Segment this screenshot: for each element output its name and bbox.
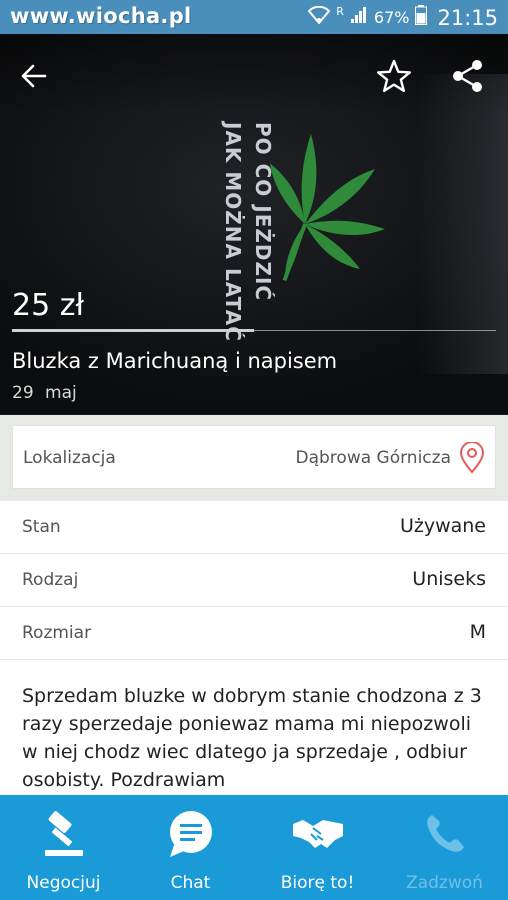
location-value: Dąbrowa Górnicza [295, 448, 452, 468]
negotiate-label: Negocjuj [26, 873, 101, 893]
photo-toolbar [0, 34, 508, 114]
clock: 21:15 [437, 5, 498, 30]
listing-price: 25 zł [12, 288, 84, 323]
chat-label: Chat [170, 873, 211, 893]
location-label: Lokalizacja [23, 448, 116, 468]
chat-button[interactable]: Chat [127, 795, 254, 900]
battery-icon [415, 5, 428, 30]
battery-percent: 67% [373, 8, 410, 27]
attribute-value: Używane [399, 515, 486, 537]
attribute-row-type: Rodzaj Uniseks [0, 554, 508, 607]
star-icon[interactable] [374, 56, 414, 96]
attribute-label: Rozmiar [22, 623, 92, 643]
photo-pager-indicator [12, 329, 254, 332]
share-icon[interactable] [448, 56, 488, 96]
call-button[interactable]: Zadzwoń [381, 795, 508, 900]
chat-bubble-icon [166, 807, 216, 861]
phone-icon [423, 807, 467, 861]
shirt-print-line2: JAK MOŻNA LATAĆ [221, 122, 245, 342]
cannabis-leaf-print [270, 134, 385, 282]
attribute-value: Uniseks [412, 568, 486, 590]
buy-now-label: Biorę to! [280, 873, 355, 893]
status-bar: www.wiocha.pl R 67% 21:15 [0, 0, 508, 34]
gavel-icon [39, 807, 89, 861]
roaming-indicator: R [336, 5, 344, 18]
signal-icon [350, 6, 368, 29]
location-row[interactable]: Lokalizacja Dąbrowa Górnicza [12, 425, 496, 489]
attribute-row-size: Rozmiar M [0, 607, 508, 660]
shirt-fold [418, 74, 508, 374]
attribute-row-condition: Stan Używane [0, 501, 508, 554]
call-label: Zadzwoń [406, 873, 483, 893]
watermark-text: www.wiocha.pl [10, 4, 192, 28]
status-indicators: R 67% 21:15 [307, 5, 498, 30]
attribute-value: M [469, 621, 486, 643]
attributes-list: Stan Używane Rodzaj Uniseks Rozmiar M [0, 501, 508, 660]
listing-date: 29 maj [12, 383, 77, 403]
listing-screen: www.wiocha.pl R 67% 21:15 PO CO JEŻDZIĆ … [0, 0, 508, 900]
back-arrow-icon[interactable] [14, 56, 54, 96]
attribute-label: Rodzaj [22, 570, 79, 590]
location-pin-icon [459, 441, 485, 478]
bottom-action-bar: Negocjuj Chat Biorę to! Zadzwoń [0, 795, 508, 900]
listing-description: Sprzedam bluzke w dobrym stanie chodzona… [22, 685, 482, 791]
handshake-icon [291, 807, 345, 861]
listing-photo[interactable]: PO CO JEŻDZIĆ JAK MOŻNA LATAĆ 25 zł Bluz… [0, 34, 508, 415]
attribute-label: Stan [22, 517, 61, 537]
negotiate-button[interactable]: Negocjuj [0, 795, 127, 900]
wifi-icon [307, 5, 331, 29]
listing-title: Bluzka z Marichuaną i napisem [12, 349, 338, 373]
buy-now-button[interactable]: Biorę to! [254, 795, 381, 900]
